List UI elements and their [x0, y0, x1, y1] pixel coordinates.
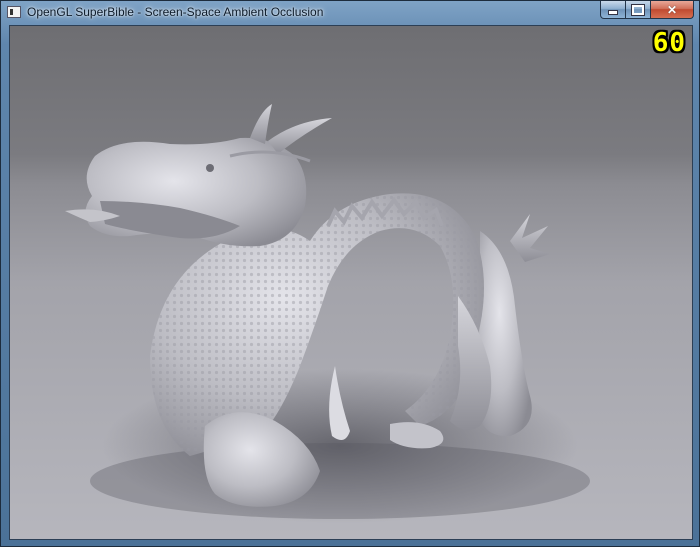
dragon-model: [65, 104, 590, 519]
fps-counter: 60: [652, 28, 686, 58]
render-viewport[interactable]: 60: [9, 25, 693, 540]
window-controls: ✕: [600, 1, 694, 20]
close-button[interactable]: ✕: [651, 1, 694, 19]
ground-shadow: [90, 443, 590, 519]
maximize-button[interactable]: [626, 1, 651, 19]
minimize-icon: [608, 10, 618, 15]
title-bar[interactable]: OpenGL SuperBible - Screen-Space Ambient…: [1, 1, 699, 25]
minimize-button[interactable]: [600, 1, 626, 19]
app-window: OpenGL SuperBible - Screen-Space Ambient…: [0, 0, 700, 547]
app-icon[interactable]: [7, 6, 21, 18]
maximize-icon: [632, 4, 644, 15]
close-icon: ✕: [666, 2, 678, 17]
dragon-head: [65, 104, 332, 247]
window-title: OpenGL SuperBible - Screen-Space Ambient…: [27, 5, 324, 19]
